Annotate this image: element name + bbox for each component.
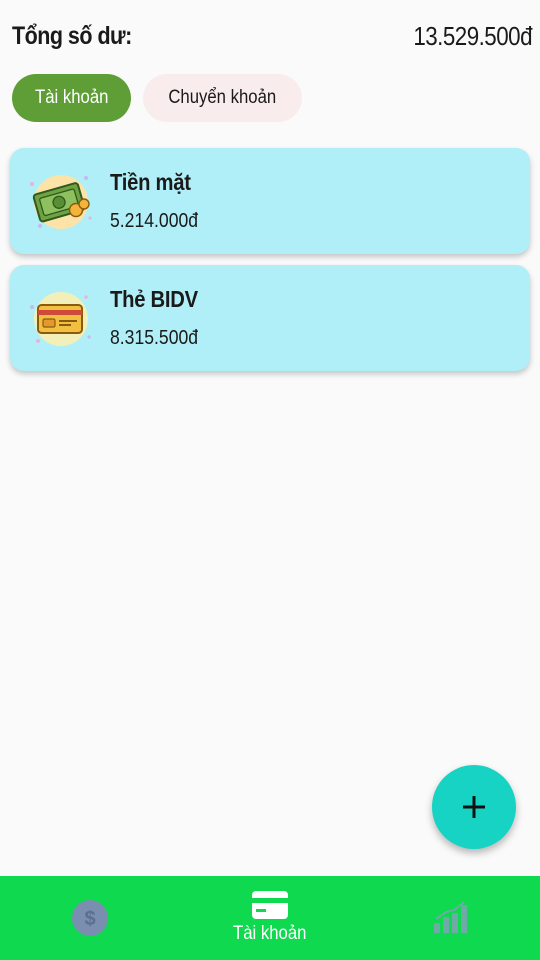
bottom-navigation: $ Tài khoản (0, 876, 540, 960)
add-account-button[interactable] (432, 765, 516, 849)
bar-chart-icon (434, 901, 467, 933)
tab-transfer[interactable]: Chuyển khoản (143, 74, 302, 122)
account-info: Tiền mặt 5.214.000đ (110, 169, 210, 233)
tab-bar: Tài khoản Chuyển khoản (12, 74, 302, 122)
app-root: Tổng số dư: 13.529.500đ Tài khoản Chuyển… (0, 0, 540, 960)
dollar-coin-icon: $ (72, 900, 108, 936)
total-balance-value: 13.529.500đ (413, 20, 532, 51)
credit-card-icon (252, 891, 288, 919)
account-info: Thẻ BIDV 8.315.500đ (110, 286, 210, 350)
account-amount: 8.315.500đ (110, 327, 199, 349)
balance-header: Tổng số dư: 13.529.500đ (12, 14, 533, 58)
cash-icon (10, 148, 110, 254)
total-balance-label: Tổng số dư: (12, 21, 132, 50)
account-name: Tiền mặt (110, 169, 191, 195)
tab-accounts[interactable]: Tài khoản (12, 74, 132, 122)
nav-item-statistics[interactable] (360, 876, 540, 960)
account-amount: 5.214.000đ (110, 210, 199, 232)
account-list: Tiền mặt 5.214.000đ Thẻ BIDV 8.315.500đ (10, 148, 530, 371)
tab-accounts-label: Tài khoản (35, 87, 109, 108)
nav-item-accounts-label: Tài khoản (233, 923, 307, 944)
account-card-bidv[interactable]: Thẻ BIDV 8.315.500đ (10, 265, 530, 371)
bank-card-icon (10, 265, 110, 371)
svg-text:$: $ (84, 908, 95, 930)
nav-item-accounts[interactable]: Tài khoản (180, 876, 360, 960)
plus-icon (463, 796, 485, 818)
nav-item-transactions[interactable]: $ (0, 876, 180, 960)
tab-transfer-label: Chuyển khoản (168, 87, 277, 108)
account-name: Thẻ BIDV (110, 286, 198, 312)
account-card-cash[interactable]: Tiền mặt 5.214.000đ (10, 148, 530, 254)
